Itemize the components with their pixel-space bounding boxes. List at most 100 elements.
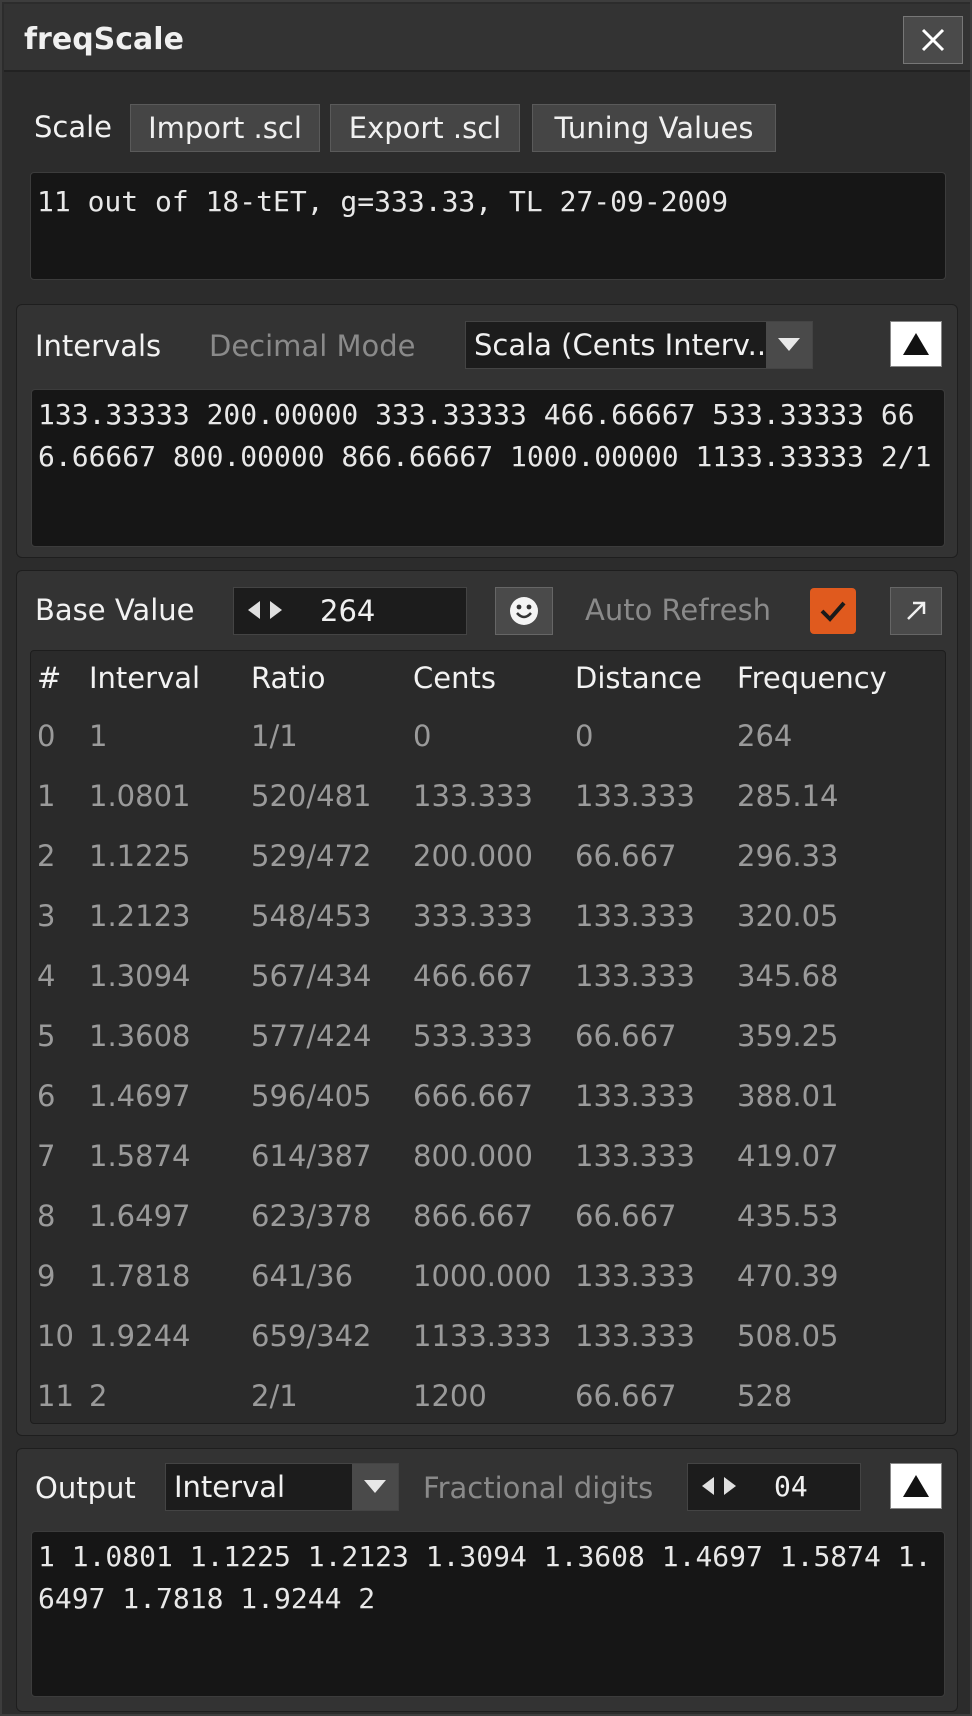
collapse-intervals-button[interactable] bbox=[890, 321, 942, 367]
cell-index: 4 bbox=[37, 959, 56, 993]
cell-distance: 133.333 bbox=[575, 1079, 695, 1113]
base-value: 264 bbox=[320, 594, 376, 628]
intervals-label: Intervals bbox=[35, 329, 162, 363]
cell-distance: 133.333 bbox=[575, 1139, 695, 1173]
cell-distance: 133.333 bbox=[575, 779, 695, 813]
scale-label: Scale bbox=[34, 110, 113, 144]
smiley-button[interactable] bbox=[495, 587, 553, 635]
cell-cents: 0 bbox=[413, 719, 432, 753]
cell-frequency: 296.33 bbox=[737, 839, 839, 873]
cell-distance: 133.333 bbox=[575, 959, 695, 993]
table-row[interactable]: 6 1.4697 596/405 666.667 133.333 388.01 bbox=[31, 1073, 945, 1117]
cell-interval: 1 bbox=[89, 719, 108, 753]
output-mode-select[interactable]: Interval bbox=[165, 1463, 399, 1511]
intervals-text-field[interactable]: 133.33333 200.00000 333.33333 466.66667 … bbox=[31, 389, 945, 547]
table-row[interactable]: 10 1.9244 659/342 1133.333 133.333 508.05 bbox=[31, 1313, 945, 1357]
cell-cents: 133.333 bbox=[413, 779, 533, 813]
export-scl-button[interactable]: Export .scl bbox=[330, 104, 520, 152]
cell-index: 9 bbox=[37, 1259, 56, 1293]
cell-ratio: 614/387 bbox=[251, 1139, 372, 1173]
cell-interval: 1.0801 bbox=[89, 779, 191, 813]
header-index: # bbox=[37, 661, 62, 695]
output-text-field[interactable]: 1 1.0801 1.1225 1.2123 1.3094 1.3608 1.4… bbox=[31, 1531, 945, 1697]
cell-frequency: 345.68 bbox=[737, 959, 839, 993]
cell-interval: 1.5874 bbox=[89, 1139, 191, 1173]
arrow-right-icon[interactable] bbox=[270, 601, 282, 619]
intervals-panel: Intervals Decimal Mode Scala (Cents Inte… bbox=[16, 304, 958, 558]
arrow-left-icon[interactable] bbox=[248, 601, 260, 619]
cell-ratio: 567/434 bbox=[251, 959, 372, 993]
cell-frequency: 264 bbox=[737, 719, 793, 753]
import-scl-button[interactable]: Import .scl bbox=[130, 104, 320, 152]
interval-format-value: Scala (Cents Interv.. bbox=[474, 328, 766, 362]
cell-frequency: 470.39 bbox=[737, 1259, 839, 1293]
cell-frequency: 419.07 bbox=[737, 1139, 839, 1173]
base-value-spinner[interactable]: 264 bbox=[233, 587, 467, 635]
cell-ratio: 520/481 bbox=[251, 779, 372, 813]
table-row[interactable]: 3 1.2123 548/453 333.333 133.333 320.05 bbox=[31, 893, 945, 937]
cell-interval: 1.1225 bbox=[89, 839, 191, 873]
table-row[interactable]: 2 1.1225 529/472 200.000 66.667 296.33 bbox=[31, 833, 945, 877]
window-title: freqScale bbox=[24, 22, 184, 57]
table-row[interactable]: 8 1.6497 623/378 866.667 66.667 435.53 bbox=[31, 1193, 945, 1237]
cell-index: 7 bbox=[37, 1139, 56, 1173]
output-label: Output bbox=[35, 1471, 136, 1505]
popout-button[interactable] bbox=[890, 587, 942, 635]
cell-interval: 1.2123 bbox=[89, 899, 191, 933]
cell-cents: 1200 bbox=[413, 1379, 487, 1413]
cell-index: 11 bbox=[37, 1379, 74, 1413]
cell-frequency: 388.01 bbox=[737, 1079, 839, 1113]
interval-format-select[interactable]: Scala (Cents Interv.. bbox=[465, 321, 813, 369]
header-frequency: Frequency bbox=[737, 661, 887, 695]
table-row[interactable]: 4 1.3094 567/434 466.667 133.333 345.68 bbox=[31, 953, 945, 997]
fractional-digits-spinner[interactable]: 04 bbox=[687, 1463, 861, 1511]
table-row[interactable]: 9 1.7818 641/36 1000.000 133.333 470.39 bbox=[31, 1253, 945, 1297]
spinner-arrows[interactable] bbox=[702, 1477, 736, 1495]
arrow-up-right-icon bbox=[907, 601, 926, 620]
collapse-output-button[interactable] bbox=[890, 1463, 942, 1509]
cell-ratio: 596/405 bbox=[251, 1079, 372, 1113]
base-value-label: Base Value bbox=[35, 593, 195, 627]
triangle-up-icon bbox=[903, 1475, 929, 1497]
fractional-digits-value: 04 bbox=[774, 1470, 808, 1503]
table-row[interactable]: 11 2 2/1 1200 66.667 528 bbox=[31, 1373, 945, 1417]
cell-index: 10 bbox=[37, 1319, 74, 1353]
decimal-mode-label: Decimal Mode bbox=[209, 329, 416, 363]
cell-index: 6 bbox=[37, 1079, 56, 1113]
close-button[interactable] bbox=[903, 16, 963, 64]
cell-ratio: 659/342 bbox=[251, 1319, 372, 1353]
cell-frequency: 435.53 bbox=[737, 1199, 839, 1233]
table-row[interactable]: 1 1.0801 520/481 133.333 133.333 285.14 bbox=[31, 773, 945, 817]
cell-index: 0 bbox=[37, 719, 56, 753]
arrow-right-icon[interactable] bbox=[724, 1477, 736, 1495]
cell-interval: 1.4697 bbox=[89, 1079, 191, 1113]
cell-distance: 66.667 bbox=[575, 1019, 677, 1053]
table-row[interactable]: 5 1.3608 577/424 533.333 66.667 359.25 bbox=[31, 1013, 945, 1057]
header-ratio: Ratio bbox=[251, 661, 326, 695]
cell-interval: 2 bbox=[89, 1379, 108, 1413]
tuning-values-button[interactable]: Tuning Values bbox=[532, 104, 776, 152]
table-row[interactable]: 0 1 1/1 0 0 264 bbox=[31, 713, 945, 757]
auto-refresh-checkbox[interactable] bbox=[810, 588, 856, 634]
table-row[interactable]: 7 1.5874 614/387 800.000 133.333 419.07 bbox=[31, 1133, 945, 1177]
checkmark-icon bbox=[820, 601, 846, 622]
cell-frequency: 285.14 bbox=[737, 779, 839, 813]
cell-distance: 133.333 bbox=[575, 1319, 695, 1353]
cell-frequency: 528 bbox=[737, 1379, 793, 1413]
cell-distance: 66.667 bbox=[575, 1379, 677, 1413]
scale-description-field[interactable]: 11 out of 18-tET, g=333.33, TL 27-09-200… bbox=[30, 172, 946, 280]
chevron-down-icon bbox=[766, 322, 812, 368]
cell-distance: 66.667 bbox=[575, 839, 677, 873]
spinner-arrows[interactable] bbox=[248, 601, 282, 619]
cell-distance: 133.333 bbox=[575, 1259, 695, 1293]
output-panel: Output Interval Fractional digits 04 1 1… bbox=[16, 1448, 958, 1712]
fractional-digits-label: Fractional digits bbox=[423, 1471, 654, 1505]
cell-interval: 1.6497 bbox=[89, 1199, 191, 1233]
arrow-left-icon[interactable] bbox=[702, 1477, 714, 1495]
cell-ratio: 548/453 bbox=[251, 899, 372, 933]
cell-index: 2 bbox=[37, 839, 56, 873]
cell-cents: 1000.000 bbox=[413, 1259, 552, 1293]
auto-refresh-label: Auto Refresh bbox=[585, 593, 772, 627]
cell-cents: 200.000 bbox=[413, 839, 533, 873]
cell-ratio: 1/1 bbox=[251, 719, 298, 753]
